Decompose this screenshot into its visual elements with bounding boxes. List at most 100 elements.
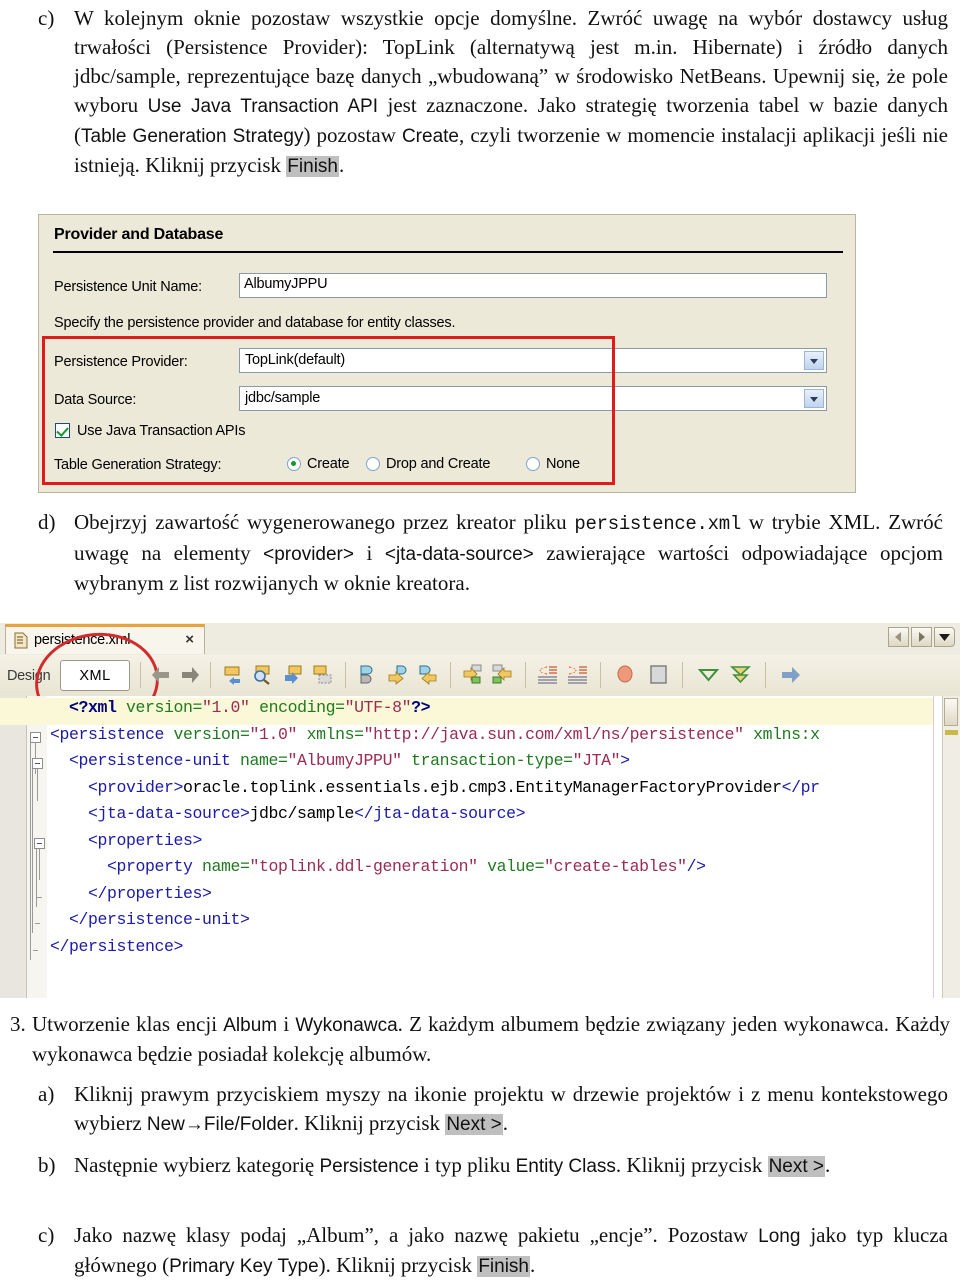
- item-b-text-7: .: [825, 1153, 831, 1177]
- code-line[interactable]: <persistence version="1.0" xmlns="http:/…: [0, 725, 820, 752]
- chevron-down-icon[interactable]: [804, 389, 824, 408]
- persistence-provider-combo[interactable]: TopLink(default): [239, 348, 827, 373]
- fold-end-marker: [35, 923, 40, 924]
- fold-toggle-icon[interactable]: [30, 731, 41, 743]
- persistence-provider-value: TopLink(default): [245, 352, 345, 368]
- remove-attribute-icon[interactable]: [417, 664, 438, 685]
- item-c-text-5: ). Kliknij przycisk: [318, 1253, 478, 1277]
- item-c: c) Jako nazwę klasy podaj „Album”, a jak…: [38, 1221, 948, 1281]
- code-line[interactable]: <provider>oracle.toplink.essentials.ejb.…: [0, 778, 820, 805]
- fold-guide-line: [30, 742, 31, 960]
- item-b-text-3: i typ pliku: [418, 1153, 516, 1177]
- scroll-right-icon[interactable]: [911, 627, 932, 647]
- tab-xml[interactable]: XML: [60, 660, 130, 691]
- use-jta-api-term: Use Java Transaction API: [147, 96, 378, 117]
- radio-none[interactable]: [526, 457, 540, 471]
- item-a-text-3: . Kliknij przycisk: [293, 1111, 446, 1135]
- back-arrow-icon[interactable]: [150, 664, 171, 685]
- expand-all-icon[interactable]: [729, 664, 752, 685]
- item-c-text-7: .: [530, 1253, 536, 1277]
- toggle-breakpoint-icon[interactable]: [615, 664, 636, 685]
- toolbar-divider: [525, 662, 526, 688]
- add-sibling-icon[interactable]: [492, 664, 513, 685]
- next-button-term: Next >: [445, 1114, 503, 1135]
- toolbar-divider: [210, 662, 211, 688]
- data-source-combo[interactable]: jdbc/sample: [239, 386, 827, 411]
- stop-icon[interactable]: [648, 664, 669, 685]
- table-generation-strategy-label: Table Generation Strategy:: [54, 457, 222, 473]
- radio-drop-and-create[interactable]: [366, 457, 380, 471]
- tab-list-icon[interactable]: [934, 627, 955, 647]
- right-margin-line: [933, 696, 934, 998]
- add-child-icon[interactable]: [462, 664, 483, 685]
- shift-right-icon[interactable]: [567, 664, 588, 685]
- finish-button-term: Finish: [477, 1256, 530, 1277]
- persistence-unit-name-label: Persistence Unit Name:: [54, 279, 202, 295]
- album-class-term: Album: [223, 1015, 278, 1036]
- code-line[interactable]: <property name="toplink.ddl-generation" …: [0, 857, 706, 884]
- collapse-all-icon[interactable]: [697, 664, 720, 685]
- fold-toggle-icon[interactable]: [34, 837, 45, 849]
- item-a: a) Kliknij prawym przyciskiem myszy na i…: [38, 1080, 948, 1139]
- persistence-provider-label: Persistence Provider:: [54, 354, 188, 370]
- code-line[interactable]: <persistence-unit name="AlbumyJPPU" tran…: [0, 751, 630, 778]
- data-source-value: jdbc/sample: [245, 390, 321, 406]
- item-c-marker: c): [38, 1223, 55, 1247]
- data-source-label: Data Source:: [54, 392, 137, 408]
- title-divider: [53, 251, 843, 253]
- toolbar-divider: [600, 662, 601, 688]
- provider-element-term: <provider>: [263, 544, 354, 565]
- code-line[interactable]: </persistence>: [0, 937, 183, 964]
- use-jta-checkbox[interactable]: [55, 423, 70, 438]
- scroll-left-icon[interactable]: [888, 627, 909, 647]
- item-b: b) Następnie wybierz kategorię Persisten…: [38, 1151, 948, 1181]
- item-a-marker: a): [38, 1082, 55, 1106]
- add-attribute-icon[interactable]: [357, 664, 378, 685]
- fold-toggle-icon[interactable]: [32, 758, 43, 769]
- radio-none-label: None: [546, 456, 580, 472]
- find-element-icon[interactable]: [252, 664, 273, 685]
- fold-guide-line: [32, 769, 33, 934]
- persistence-wizard-screenshot: Provider and Database Persistence Unit N…: [38, 214, 856, 493]
- item-a-text-5: .: [502, 1111, 509, 1135]
- editor-file-tab[interactable]: persistence.xml ×: [5, 624, 205, 654]
- code-line[interactable]: <jta-data-source>jdbc/sample</jta-data-s…: [0, 804, 525, 831]
- insert-element-icon[interactable]: [222, 664, 243, 685]
- go-to-element-icon[interactable]: [282, 664, 303, 685]
- editor-toolbar: Design XML: [0, 626, 960, 738]
- toolbar-divider: [345, 662, 346, 688]
- persistence-category-term: Persistence: [319, 1156, 419, 1177]
- item-b-text-1: Następnie wybierz kategorię: [74, 1153, 320, 1177]
- toolbar-divider: [682, 662, 683, 688]
- toolbar-divider: [450, 662, 451, 688]
- paragraph-d-text-5: i: [353, 541, 385, 565]
- duplicate-element-icon[interactable]: [312, 664, 333, 685]
- insert-attribute-icon[interactable]: [387, 664, 408, 685]
- xml-code-area[interactable]: <?xml version="1.0" encoding="UTF-8"?> <p…: [0, 696, 960, 998]
- editor-nav-buttons: [888, 627, 955, 647]
- code-line[interactable]: <?xml version="1.0" encoding="UTF-8"?>: [0, 698, 933, 725]
- wizard-hint-text: Specify the persistence provider and dat…: [54, 315, 456, 331]
- fold-end-marker: [33, 949, 38, 951]
- radio-create[interactable]: [287, 457, 301, 471]
- section-3-marker: 3.: [10, 1012, 26, 1036]
- tab-design[interactable]: Design: [7, 668, 51, 684]
- persistence-xml-filename: persistence.xml: [574, 513, 741, 535]
- section-3: 3. Utworzenie klas encji Album i Wykonaw…: [10, 1010, 950, 1069]
- item-b-text-5: . Kliknij przycisk: [615, 1153, 768, 1177]
- paragraph-c-text-5: ) pozostaw: [303, 123, 402, 147]
- next-error-icon[interactable]: [780, 664, 801, 685]
- shift-left-icon[interactable]: [537, 664, 558, 685]
- section-3-text-1: Utworzenie klas encji: [32, 1012, 224, 1036]
- close-icon[interactable]: ×: [185, 631, 194, 648]
- long-type-term: Long: [758, 1226, 801, 1247]
- radio-drop-and-create-label: Drop and Create: [386, 456, 491, 472]
- paragraph-d-text-1: Obejrzyj zawartość wygenerowanego przez …: [74, 510, 575, 534]
- finish-button-term: Finish: [286, 156, 339, 177]
- paragraph-c: c) W kolejnym oknie pozostaw wszystkie o…: [38, 4, 948, 181]
- chevron-down-icon[interactable]: [804, 351, 824, 370]
- scrollbar-thumb[interactable]: [944, 698, 958, 726]
- persistence-unit-name-input[interactable]: AlbumyJPPU: [239, 273, 827, 298]
- vertical-scrollbar[interactable]: [942, 696, 960, 998]
- forward-arrow-icon[interactable]: [180, 664, 201, 685]
